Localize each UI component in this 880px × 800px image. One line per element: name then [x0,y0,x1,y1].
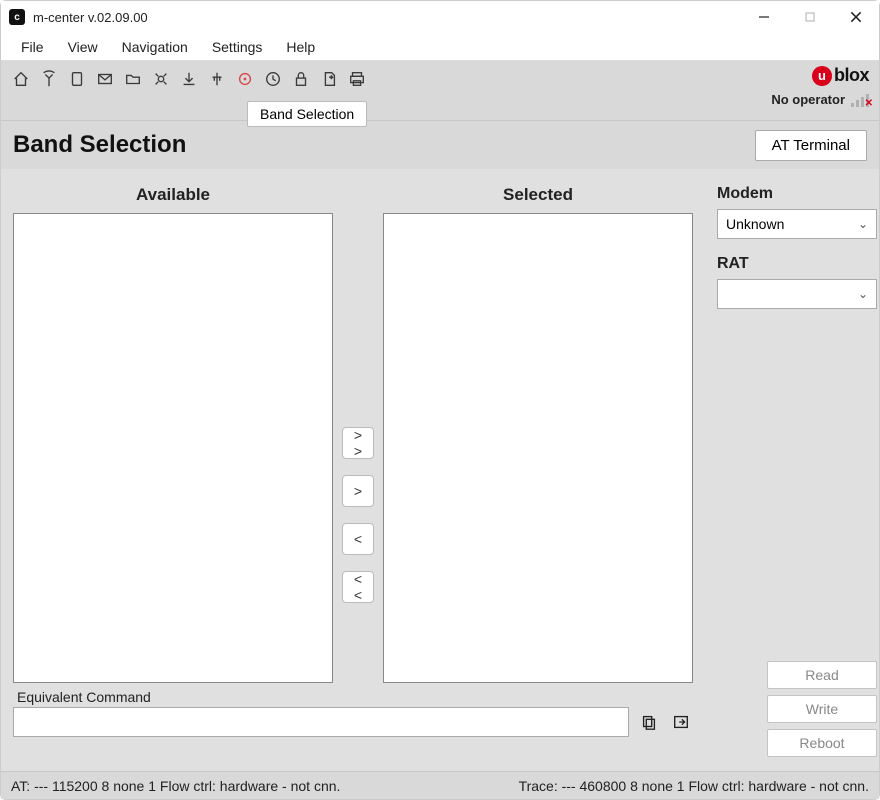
app-icon: c [9,9,25,25]
antenna-icon[interactable] [39,69,59,89]
menu-help[interactable]: Help [276,37,325,57]
status-left: AT: --- 115200 8 none 1 Flow ctrl: hardw… [11,778,340,794]
download-icon[interactable] [179,69,199,89]
export-icon[interactable] [319,69,339,89]
modem-label: Modem [717,185,877,203]
chevron-down-icon: ⌄ [858,217,868,231]
content-area: Available > > > < < < Selected [1,169,879,771]
window-controls [741,1,879,33]
read-button[interactable]: Read [767,661,877,689]
tree-icon[interactable] [207,69,227,89]
mail-icon[interactable] [95,69,115,89]
equivalent-label: Equivalent Command [17,689,693,705]
clock-icon[interactable] [263,69,283,89]
move-all-right-button[interactable]: > > [342,427,374,459]
copy-icon[interactable] [637,710,661,734]
menubar: File View Navigation Settings Help [1,33,879,61]
operator-status: No operator [771,92,845,107]
brand-logo: u blox [812,65,869,86]
page-title: Band Selection [13,131,186,159]
send-icon[interactable] [669,710,693,734]
statusbar: AT: --- 115200 8 none 1 Flow ctrl: hardw… [1,771,879,799]
minimize-button[interactable] [741,1,787,33]
menu-file[interactable]: File [11,37,54,57]
toolbar: Band Selection u blox No operator ✕ [1,61,879,121]
page-header: Band Selection AT Terminal [1,121,879,169]
menu-navigation[interactable]: Navigation [112,37,198,57]
print-icon[interactable] [347,69,367,89]
lock-icon[interactable] [291,69,311,89]
available-label: Available [13,185,333,205]
available-listbox[interactable] [13,213,333,683]
window-title: m-center v.02.09.00 [33,10,148,25]
modem-value: Unknown [726,216,784,232]
chevron-down-icon: ⌄ [858,287,868,301]
close-button[interactable] [833,1,879,33]
signal-icon: ✕ [851,93,869,107]
toolbar-tooltip: Band Selection [247,101,367,127]
rat-label: RAT [717,255,877,273]
write-button[interactable]: Write [767,695,877,723]
move-right-button[interactable]: > [342,475,374,507]
window-titlebar: c m-center v.02.09.00 [1,1,879,33]
folder-icon[interactable] [123,69,143,89]
target-icon[interactable] [235,69,255,89]
modem-dropdown[interactable]: Unknown ⌄ [717,209,877,239]
satellite-icon[interactable] [151,69,171,89]
at-terminal-button[interactable]: AT Terminal [755,130,867,161]
menu-settings[interactable]: Settings [202,37,273,57]
reboot-button[interactable]: Reboot [767,729,877,757]
maximize-button[interactable] [787,1,833,33]
selected-listbox[interactable] [383,213,693,683]
status-right: Trace: --- 460800 8 none 1 Flow ctrl: ha… [519,778,869,794]
move-all-left-button[interactable]: < < [342,571,374,603]
selected-label: Selected [383,185,693,205]
equivalent-command-input[interactable] [13,707,629,737]
rat-dropdown[interactable]: ⌄ [717,279,877,309]
move-left-button[interactable]: < [342,523,374,555]
menu-view[interactable]: View [58,37,108,57]
tablet-icon[interactable] [67,69,87,89]
home-icon[interactable] [11,69,31,89]
